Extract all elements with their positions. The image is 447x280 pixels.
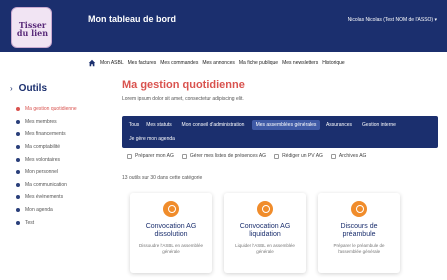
tab-conseil-administration[interactable]: Mon conseil d'administration <box>176 120 250 130</box>
card-description: Liquider l'ASBL en assemblée générale <box>235 243 295 254</box>
card-title: Convocation AG liquidation <box>239 223 291 238</box>
bullet-icon <box>16 208 20 213</box>
nav-mon-asbl[interactable]: Mon ASBL <box>100 60 124 66</box>
card-title: Convocation AG dissolution <box>145 223 197 238</box>
nav-mes-commandes[interactable]: Mes commandes <box>160 60 198 66</box>
nav-mes-annonces[interactable]: Mes annonces <box>202 60 235 66</box>
top-nav: Mon ASBL Mes factures Mes commandes Mes … <box>88 58 345 68</box>
sidebar-item-agenda[interactable]: Mon agenda <box>16 204 77 217</box>
user-menu[interactable]: Nicolas Nicolas (Test NOM de l'ASSO) ▾ <box>348 17 437 23</box>
bullet-icon <box>16 182 20 187</box>
sidebar-item-test[interactable]: Test <box>16 216 77 229</box>
home-icon[interactable] <box>88 59 96 67</box>
tab-assurances[interactable]: Assurances <box>322 120 356 130</box>
tab-agenda[interactable]: Je gère mon agenda <box>126 134 178 144</box>
checkbox[interactable] <box>274 153 280 159</box>
tab-tous[interactable]: Tous <box>126 120 142 130</box>
tool-icon <box>163 201 179 217</box>
app-logo[interactable]: Tisser du lien <box>11 7 52 48</box>
tool-card-convocation-dissolution[interactable]: Convocation AG dissolution Dissoudre l'AS… <box>130 193 212 273</box>
nav-historique[interactable]: Historique <box>322 60 345 66</box>
app-title: Mon tableau de bord <box>88 14 177 24</box>
sidebar-title: › Outils <box>10 83 47 95</box>
top-header: Tisser du lien Mon tableau de bord Nicol… <box>0 0 447 52</box>
tool-icon <box>257 201 273 217</box>
checkbox[interactable] <box>127 153 132 159</box>
card-title: Discours de préambule <box>340 223 378 238</box>
filter-listes-presences[interactable]: Gérer mes listes de présences AG <box>181 153 266 159</box>
tab-gestion-interne[interactable]: Gestion interne <box>358 120 400 130</box>
sidebar-item-comptabilite[interactable]: Ma comptabilité <box>16 141 77 154</box>
sidebar-item-membres[interactable]: Mes membres <box>16 116 77 129</box>
bullet-icon <box>16 132 20 137</box>
bullet-icon <box>16 157 20 162</box>
page-lead: Lorem ipsum dolor sit amet, consectetur … <box>122 96 244 102</box>
bullet-icon <box>16 220 20 225</box>
category-tabs: Tous Mes statuts Mon conseil d'administr… <box>122 116 438 148</box>
bullet-icon <box>16 195 20 200</box>
sidebar-item-evenements[interactable]: Mes événements <box>16 191 77 204</box>
chevron-right-icon: › <box>10 84 13 93</box>
checkbox[interactable] <box>330 153 336 159</box>
tool-icon <box>351 201 367 217</box>
sidebar-menu: Ma gestion quotidienne Mes membres Mes f… <box>16 103 77 229</box>
sidebar-item-communication[interactable]: Ma communication <box>16 179 77 192</box>
filter-archives[interactable]: Archives AG <box>330 153 366 159</box>
sidebar-item-financements[interactable]: Mes financements <box>16 128 77 141</box>
filter-checkboxes: Préparer mon AG Gérer mes listes de prés… <box>127 153 366 159</box>
bullet-icon <box>16 145 20 150</box>
page-title: Ma gestion quotidienne <box>122 79 245 91</box>
filter-rediger-pv[interactable]: Rédiger un PV AG <box>274 153 323 159</box>
logo-text: Tisser du lien <box>16 20 49 38</box>
sidebar-item-volontaires[interactable]: Mes volontaires <box>16 153 77 166</box>
tab-mes-statuts[interactable]: Mes statuts <box>144 120 174 130</box>
bullet-icon <box>16 170 20 175</box>
checkbox[interactable] <box>181 153 187 159</box>
sidebar-item-personnel[interactable]: Mon personnel <box>16 166 77 179</box>
filter-preparer-ag[interactable]: Préparer mon AG <box>127 153 174 159</box>
sidebar-item-gestion-quotidienne[interactable]: Ma gestion quotidienne <box>16 103 77 116</box>
bullet-icon <box>16 119 20 124</box>
nav-ma-fiche-publique[interactable]: Ma fiche publique <box>239 60 278 66</box>
nav-mes-factures[interactable]: Mes factures <box>128 60 157 66</box>
card-description: Dissoudre l'ASBL en assemblée générale <box>139 243 203 254</box>
nav-mes-newsletters[interactable]: Mes newsletters <box>282 60 318 66</box>
tool-card-discours-preambule[interactable]: Discours de préambule Préparer le préambu… <box>318 193 400 273</box>
bullet-icon <box>16 107 20 112</box>
tool-card-convocation-liquidation[interactable]: Convocation AG liquidation Liquider l'ASB… <box>224 193 306 273</box>
card-description: Préparer le préambule de l'assemblée gén… <box>333 243 385 254</box>
tool-count: 13 outils sur 30 dans cette catégorie <box>122 175 203 181</box>
tab-assemblees-generales[interactable]: Mes assemblées générales <box>252 120 320 130</box>
sidebar-title-label: Outils <box>18 83 48 94</box>
